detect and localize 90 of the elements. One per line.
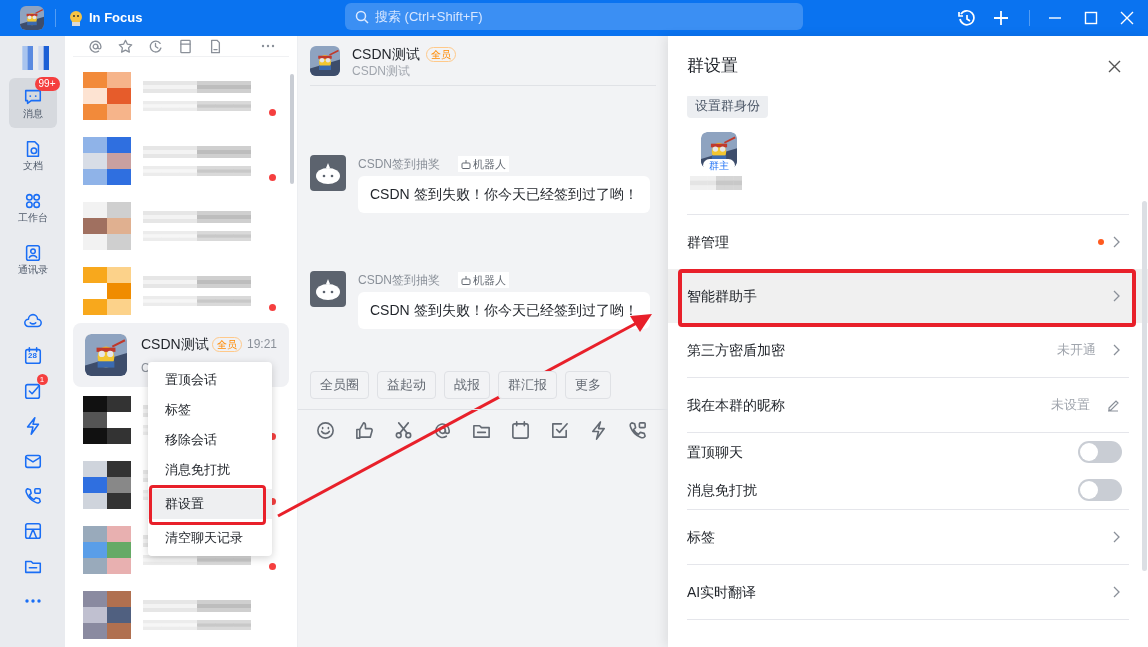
redacted-avatar xyxy=(83,136,131,185)
star-icon[interactable] xyxy=(117,37,134,55)
owner-badge: 群主 xyxy=(703,159,735,172)
chat-title: CSDN测试 xyxy=(352,45,420,64)
row-label: 消息免打扰 xyxy=(687,480,757,500)
quick-action-button[interactable]: 群汇报 xyxy=(498,371,557,399)
chevron-right-icon xyxy=(1112,531,1120,543)
redacted-avatar xyxy=(83,395,131,444)
app-title: In Focus xyxy=(89,9,143,28)
message-bubble: CSDN 签到失败！你今天已经签到过了哟！ xyxy=(358,176,650,213)
menu-item[interactable]: 消息免打扰 xyxy=(148,455,272,485)
clock-icon[interactable] xyxy=(147,37,164,55)
quick-action-button[interactable]: 战报 xyxy=(444,371,490,399)
sender-name: CSDN签到抽奖 xyxy=(358,156,440,173)
pencil-icon[interactable] xyxy=(1106,398,1120,412)
maximize-icon[interactable] xyxy=(1084,11,1098,25)
settings-row[interactable]: 群管理 xyxy=(668,215,1148,269)
chevron-right-icon xyxy=(1112,586,1120,598)
history-icon[interactable] xyxy=(957,9,975,27)
robot-icon xyxy=(461,275,471,285)
scissors-icon[interactable] xyxy=(393,420,414,441)
calendar-date: 28 xyxy=(27,352,38,360)
row-value: 未设置 xyxy=(1051,396,1090,415)
smiley-icon[interactable] xyxy=(315,420,336,441)
settings-row[interactable]: 标签 xyxy=(668,510,1148,564)
nav-tab[interactable]: 消息 99+ xyxy=(8,78,57,128)
toggle-switch[interactable] xyxy=(1078,479,1122,501)
toggle-switch[interactable] xyxy=(1078,441,1122,463)
bot-tag: 机器人 xyxy=(458,271,509,289)
nav-tab[interactable]: 工作台 xyxy=(8,182,57,232)
box-icon[interactable] xyxy=(22,521,43,541)
settings-row[interactable]: 第三方密盾加密 未开通 xyxy=(668,323,1148,377)
chat-subtitle: CSDN测试 xyxy=(352,65,411,77)
sender-name: CSDN签到抽奖 xyxy=(358,272,440,289)
row-label: 标签 xyxy=(687,527,715,547)
thumbs-up-icon[interactable] xyxy=(354,420,375,441)
emoji-face-icon xyxy=(67,9,85,27)
menu-item[interactable]: 清空聊天记录 xyxy=(148,523,272,553)
nav-tab[interactable]: 通讯录 xyxy=(8,234,57,284)
redacted-avatar xyxy=(83,525,131,574)
close-icon[interactable] xyxy=(1108,59,1121,73)
chevron-right-icon xyxy=(1112,344,1120,356)
robot-icon xyxy=(461,159,471,169)
panel-title: 群设置 xyxy=(687,55,738,78)
row-label: 我在本群的昵称 xyxy=(687,395,785,415)
redacted-avatar xyxy=(83,460,131,509)
row-label: 第三方密盾加密 xyxy=(687,340,785,360)
note-icon[interactable] xyxy=(177,37,194,55)
row-value: 未开通 xyxy=(1057,341,1096,360)
calendar-icon[interactable] xyxy=(22,346,43,366)
conversation-name: CSDN测试 xyxy=(141,334,209,354)
redacted-avatar xyxy=(83,266,131,315)
row-label: 群管理 xyxy=(687,232,729,252)
menu-item[interactable]: 移除会话 xyxy=(148,425,272,455)
calendar-icon[interactable] xyxy=(510,420,531,441)
menu-item[interactable]: 标签 xyxy=(148,395,272,425)
phone-icon[interactable] xyxy=(22,486,43,506)
chevron-right-icon xyxy=(1112,236,1120,248)
redacted-avatar xyxy=(83,590,131,639)
redacted-avatar xyxy=(83,71,131,120)
menu-item[interactable]: 群设置 xyxy=(148,489,272,519)
plus-icon[interactable] xyxy=(993,10,1009,26)
phone-icon[interactable] xyxy=(627,420,648,441)
quick-action-button[interactable]: 益起动 xyxy=(377,371,436,399)
row-label: 智能群助手 xyxy=(687,286,757,306)
more-icon[interactable] xyxy=(261,44,275,48)
robot-icon xyxy=(310,155,346,191)
search-icon xyxy=(355,10,369,24)
message-bubble: CSDN 签到失败！你今天已经签到过了哟！ xyxy=(358,292,650,329)
row-label: AI实时翻译 xyxy=(687,582,757,602)
robot-icon xyxy=(310,271,346,307)
identity-button[interactable]: 设置群身份 xyxy=(687,94,768,118)
conversation-time: 19:21 xyxy=(246,336,277,353)
checkbox-icon[interactable] xyxy=(22,381,43,401)
settings-row[interactable]: AI实时翻译 xyxy=(668,565,1148,619)
more-icon[interactable] xyxy=(23,598,42,604)
checkbox-icon[interactable] xyxy=(549,420,570,441)
row-label: 置顶聊天 xyxy=(687,442,743,462)
settings-row[interactable]: 我在本群的昵称 未设置 xyxy=(668,378,1148,432)
chat-bubble-icon xyxy=(22,87,43,107)
quick-action-button[interactable]: 全员圈 xyxy=(310,371,369,399)
nav-tab[interactable]: 文档 xyxy=(8,130,57,180)
redacted-text xyxy=(690,176,742,190)
bot-tag: 机器人 xyxy=(458,155,509,173)
at-sign-icon[interactable] xyxy=(432,420,453,441)
quick-action-button[interactable]: 更多 xyxy=(565,371,611,399)
unread-badge: 99+ xyxy=(34,77,60,91)
chevron-right-icon xyxy=(1112,290,1120,302)
redacted-avatar xyxy=(83,201,131,250)
unread-badge: 1 xyxy=(36,374,48,385)
